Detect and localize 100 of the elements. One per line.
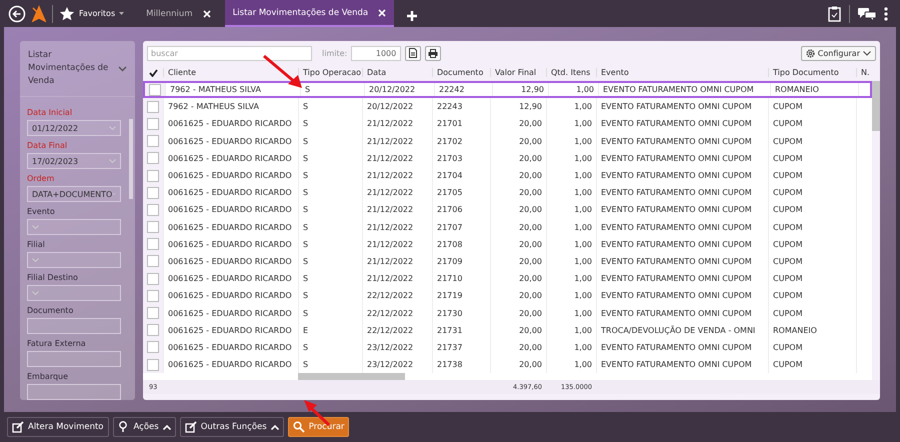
edit-icon: [12, 421, 24, 433]
table-cell: EVENTO FATURAMENTO OMNI CUPOM: [596, 132, 768, 150]
table-cell: 21/12/2022: [362, 236, 432, 253]
checkbox[interactable]: [147, 255, 159, 268]
action-button[interactable]: Ações: [112, 417, 176, 437]
checkbox[interactable]: [147, 341, 159, 354]
column-header[interactable]: Tipo Documento: [768, 68, 856, 77]
table-cell: 12,90: [492, 83, 548, 96]
dropdown[interactable]: DATA+DOCUMENTO: [27, 186, 121, 202]
scrollbar[interactable]: [129, 119, 133, 199]
dropdown[interactable]: [27, 219, 121, 235]
column-header[interactable]: Qtd. Itens: [546, 68, 596, 77]
dropdown[interactable]: [27, 285, 121, 301]
checkbox[interactable]: [147, 238, 159, 250]
checkbox[interactable]: [147, 170, 159, 182]
search-field[interactable]: buscar: [147, 46, 312, 60]
table-row[interactable]: 0061625 - EDUARDO RICARDO S 21/12/2022 21708 20,00 1,00 EVENTO FATURAMENTO OMNI CUPOM CUPOM: [143, 236, 872, 253]
table-cell: ROMANEIO: [770, 83, 858, 96]
dropdown[interactable]: [27, 252, 121, 268]
table-row[interactable]: 0061625 - EDUARDO RICARDO S 21/12/2022 21709 20,00 1,00 EVENTO FATURAMENTO OMNI CUPOM CUPOM: [143, 252, 872, 270]
column-header[interactable]: N.: [856, 68, 872, 77]
input-field[interactable]: [27, 351, 121, 367]
table-row[interactable]: 0061625 - EDUARDO RICARDO S 21/12/2022 21701 20,00 1,00 EVENTO FATURAMENTO OMNI CUPOM CUPOM: [143, 115, 872, 133]
chat-icon[interactable]: [858, 6, 876, 20]
checkbox[interactable]: [147, 221, 159, 234]
table-cell: CUPOM: [768, 201, 856, 218]
table-cell: 21704: [432, 166, 490, 184]
column-header[interactable]: Valor Final: [490, 68, 546, 77]
table-cell: 20,00: [490, 322, 546, 339]
table-cell: ROMANEIO: [768, 322, 856, 339]
checkbox[interactable]: [147, 204, 159, 216]
table-row[interactable]: 0061625 - EDUARDO RICARDO S 21/12/2022 21705 20,00 1,00 EVENTO FATURAMENTO OMNI CUPOM CUPOM: [143, 184, 872, 202]
table-cell: CUPOM: [768, 236, 856, 253]
table-cell: 22/12/2022: [362, 304, 432, 322]
table-row[interactable]: 0061625 - EDUARDO RICARDO S 21/12/2022 21706 20,00 1,00 EVENTO FATURAMENTO OMNI CUPOM CUPOM: [143, 201, 872, 218]
clipboard-icon[interactable]: [828, 6, 841, 22]
table-cell: 1,00: [546, 287, 596, 304]
table-cell: 1,00: [546, 98, 596, 116]
column-header[interactable]: Evento: [596, 68, 768, 77]
add-tab-icon[interactable]: [406, 10, 418, 22]
export-button[interactable]: [405, 46, 422, 60]
checkbox[interactable]: [147, 324, 159, 336]
checkbox[interactable]: [147, 358, 159, 371]
checkbox[interactable]: [147, 152, 159, 164]
scrollbar-thumb[interactable]: [298, 373, 405, 380]
column-header[interactable]: Documento: [432, 68, 490, 77]
checkbox[interactable]: [147, 118, 159, 130]
dropdown[interactable]: 01/12/2022: [27, 120, 121, 136]
back-icon[interactable]: [8, 4, 26, 22]
selected-row[interactable]: 7962 - MATHEUS SILVA S 20/12/2022 22242 12,90 1,00 EVENTO FATURAMENTO OMNI CUPOM ROMANEIO: [143, 81, 872, 98]
limit-field[interactable]: 1000: [351, 46, 402, 60]
table-cell: 20,00: [490, 236, 546, 253]
checkbox[interactable]: [147, 290, 159, 302]
table-cell: 20/12/2022: [364, 83, 434, 96]
table-cell: 21707: [432, 218, 490, 236]
checkbox[interactable]: [147, 186, 159, 199]
scrollbar-thumb[interactable]: [872, 81, 880, 131]
checkbox[interactable]: [147, 100, 159, 113]
table-row[interactable]: 0061625 - EDUARDO RICARDO S 21/12/2022 21710 20,00 1,00 EVENTO FATURAMENTO OMNI CUPOM CUPOM: [143, 270, 872, 288]
close-icon[interactable]: [378, 8, 386, 16]
column-header[interactable]: Data: [362, 68, 432, 77]
table-row[interactable]: 0061625 - EDUARDO RICARDO S 23/12/2022 21737 20,00 1,00 EVENTO FATURAMENTO OMNI CUPOM CUPOM: [143, 338, 872, 356]
more-icon[interactable]: [884, 6, 888, 20]
table-cell: 21701: [432, 115, 490, 133]
table-row[interactable]: 0061625 - EDUARDO RICARDO S 21/12/2022 21704 20,00 1,00 EVENTO FATURAMENTO OMNI CUPOM CUPOM: [143, 166, 872, 184]
search-icon: [292, 421, 305, 433]
table-cell: CUPOM: [768, 270, 856, 288]
dropdown[interactable]: 17/02/2023: [27, 153, 121, 169]
action-button[interactable]: Outras Funções: [180, 417, 284, 437]
table-cell: 20,00: [490, 270, 546, 288]
tab[interactable]: Millennium: [138, 0, 219, 27]
check-all-icon[interactable]: [148, 68, 158, 76]
checkbox[interactable]: [149, 84, 161, 96]
table-row[interactable]: 0061625 - EDUARDO RICARDO S 21/12/2022 21707 20,00 1,00 EVENTO FATURAMENTO OMNI CUPOM CUPOM: [143, 218, 872, 236]
input-field[interactable]: [27, 318, 121, 334]
table-row[interactable]: 0061625 - EDUARDO RICARDO S 21/12/2022 21703 20,00 1,00 EVENTO FATURAMENTO OMNI CUPOM CUPOM: [143, 150, 872, 167]
table-cell: 1,00: [546, 166, 596, 184]
tab[interactable]: Listar Movimentações de Venda: [224, 0, 394, 27]
checkbox[interactable]: [147, 307, 159, 320]
table-cell: CUPOM: [768, 150, 856, 167]
input-field[interactable]: [27, 384, 121, 400]
favorites-menu[interactable]: Favoritos: [59, 6, 132, 22]
table-cell: S: [298, 287, 362, 304]
table-cell: 1,00: [546, 338, 596, 356]
print-button[interactable]: [425, 46, 442, 60]
close-icon[interactable]: [202, 10, 211, 18]
table-row[interactable]: 0061625 - EDUARDO RICARDO S 21/12/2022 21702 20,00 1,00 EVENTO FATURAMENTO OMNI CUPOM CUPOM: [143, 132, 872, 150]
table-row[interactable]: 7962 - MATHEUS SILVA S 20/12/2022 22243 12,90 1,00 EVENTO FATURAMENTO OMNI CUPOM CUPOM: [143, 98, 872, 116]
table-cell: 0061625 - EDUARDO RICARDO: [163, 201, 298, 218]
action-button[interactable]: Altera Movimento: [7, 417, 108, 437]
chevron-down-icon[interactable]: [118, 66, 127, 72]
chevron-down-icon: [109, 159, 116, 163]
table-row[interactable]: 0061625 - EDUARDO RICARDO S 22/12/2022 21730 20,00 1,00 EVENTO FATURAMENTO OMNI CUPOM CUPOM: [143, 304, 872, 322]
checkbox[interactable]: [147, 135, 159, 148]
configure-button[interactable]: Configurar: [800, 46, 876, 60]
table-row[interactable]: 0061625 - EDUARDO RICARDO S 22/12/2022 21719 20,00 1,00 EVENTO FATURAMENTO OMNI CUPOM CUPOM: [143, 287, 872, 304]
chevron-down-icon: [109, 126, 116, 130]
checkbox[interactable]: [147, 272, 159, 285]
table-cell: 20,00: [490, 184, 546, 202]
table-row[interactable]: 0061625 - EDUARDO RICARDO E 22/12/2022 21731 20,00 1,00 TROCA/DEVOLUÇÃO DE VENDA - OMNI ROMANEIO: [143, 322, 872, 339]
